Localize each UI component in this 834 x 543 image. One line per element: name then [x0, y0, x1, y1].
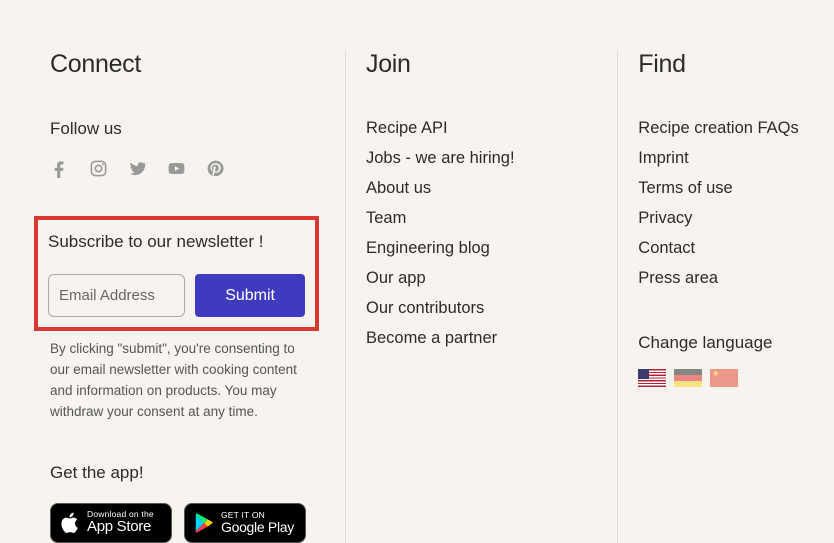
follow-us-label: Follow us	[50, 119, 315, 139]
connect-heading: Connect	[50, 50, 315, 79]
link-contact[interactable]: Contact	[638, 239, 695, 257]
link-press-area[interactable]: Press area	[638, 269, 718, 287]
find-heading: Find	[638, 50, 804, 79]
google-play-icon	[193, 512, 215, 534]
link-recipe-faqs[interactable]: Recipe creation FAQs	[638, 119, 799, 137]
column-find: Find Recipe creation FAQs Imprint Terms …	[617, 50, 834, 543]
link-privacy[interactable]: Privacy	[638, 209, 692, 227]
join-heading: Join	[366, 50, 587, 79]
google-play-badge[interactable]: GET IT ON Google Play	[184, 503, 306, 543]
instagram-icon	[89, 159, 108, 178]
link-our-app[interactable]: Our app	[366, 269, 426, 287]
pinterest-link[interactable]	[206, 159, 225, 178]
facebook-icon	[50, 159, 69, 178]
store-badges: Download on the App Store GET IT ON Goog…	[50, 503, 315, 543]
link-engineering-blog[interactable]: Engineering blog	[366, 239, 490, 257]
change-language-heading: Change language	[638, 333, 804, 353]
link-team[interactable]: Team	[366, 209, 406, 227]
language-flags	[638, 369, 804, 387]
pinterest-icon	[206, 159, 225, 178]
flag-de[interactable]	[674, 369, 702, 387]
flag-cn[interactable]	[710, 369, 738, 387]
find-link-list: Recipe creation FAQs Imprint Terms of us…	[638, 119, 804, 288]
submit-button[interactable]: Submit	[195, 274, 305, 317]
link-imprint[interactable]: Imprint	[638, 149, 688, 167]
youtube-icon	[167, 159, 186, 178]
get-app-label: Get the app!	[50, 463, 315, 483]
newsletter-heading: Subscribe to our newsletter !	[48, 232, 305, 252]
link-jobs[interactable]: Jobs - we are hiring!	[366, 149, 515, 167]
newsletter-highlight-box: Subscribe to our newsletter ! Submit	[34, 216, 319, 331]
facebook-link[interactable]	[50, 159, 69, 178]
youtube-link[interactable]	[167, 159, 186, 178]
appstore-bottom-text: App Store	[87, 519, 154, 535]
link-our-contributors[interactable]: Our contributors	[366, 299, 484, 317]
link-recipe-api[interactable]: Recipe API	[366, 119, 448, 137]
app-store-badge[interactable]: Download on the App Store	[50, 503, 172, 543]
link-terms[interactable]: Terms of use	[638, 179, 732, 197]
link-become-partner[interactable]: Become a partner	[366, 329, 497, 347]
social-icons	[50, 159, 315, 178]
instagram-link[interactable]	[89, 159, 108, 178]
join-link-list: Recipe API Jobs - we are hiring! About u…	[366, 119, 587, 348]
newsletter-form: Submit	[48, 274, 305, 317]
footer: Connect Follow us Subscribe to our newsl…	[0, 0, 834, 543]
apple-icon	[59, 512, 81, 534]
column-join: Join Recipe API Jobs - we are hiring! Ab…	[345, 50, 617, 543]
gplay-bottom-text: Google Play	[221, 520, 294, 535]
twitter-icon	[128, 159, 147, 178]
twitter-link[interactable]	[128, 159, 147, 178]
flag-us[interactable]	[638, 369, 666, 387]
consent-text: By clicking "submit", you're consenting …	[50, 339, 310, 423]
column-connect: Connect Follow us Subscribe to our newsl…	[50, 50, 345, 543]
link-about-us[interactable]: About us	[366, 179, 431, 197]
email-input[interactable]	[48, 274, 185, 317]
